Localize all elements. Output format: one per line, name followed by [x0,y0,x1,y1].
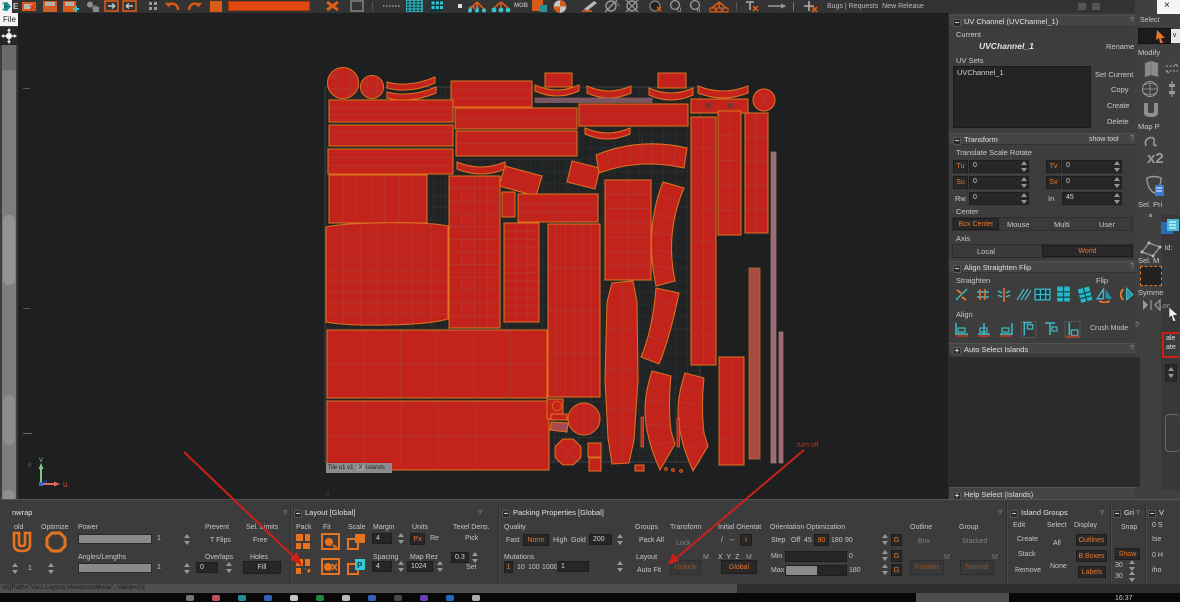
svg-text:u: u [44,479,47,485]
svg-text:u: u [63,480,67,489]
svg-text:E S S: E S S [469,5,480,10]
svg-text:P: P [357,561,363,570]
svg-text:v: v [39,455,43,464]
